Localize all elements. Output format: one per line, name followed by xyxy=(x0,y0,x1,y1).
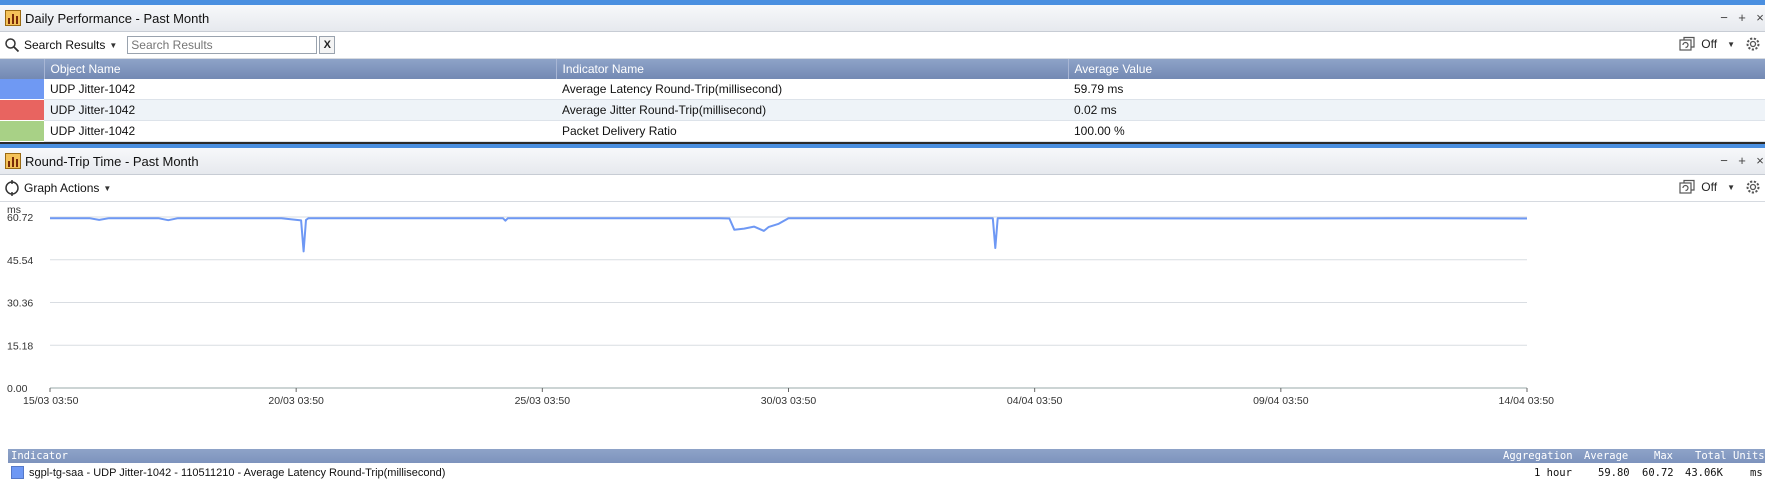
x-tick-label: 20/03 03:50 xyxy=(268,395,324,407)
refresh-icon[interactable] xyxy=(1679,179,1695,195)
legend-header: Indicator Aggregation Average Max Total … xyxy=(8,449,1765,463)
column-header[interactable]: Object Name xyxy=(44,59,557,79)
legend-total: 43.06K xyxy=(1685,467,1723,479)
panel-window-controls: − + × xyxy=(1719,153,1765,168)
search-box xyxy=(127,36,318,54)
average-value-cell: 100.00 % xyxy=(1068,120,1765,142)
series-color-swatch xyxy=(0,79,44,100)
chevron-down-icon[interactable]: ▼ xyxy=(1727,40,1735,49)
legend-col-total[interactable]: Total xyxy=(1695,450,1727,462)
x-tick-label: 30/03 03:50 xyxy=(761,395,817,407)
legend-col-indicator[interactable]: Indicator xyxy=(11,450,68,462)
legend-indicator-text: sgpl-tg-saa - UDP Jitter-1042 - 11051121… xyxy=(29,467,446,479)
graph-actions-dropdown[interactable]: Graph Actions xyxy=(24,181,99,195)
add-button[interactable]: + xyxy=(1737,153,1747,168)
x-tick-label: 25/03 03:50 xyxy=(515,395,571,407)
table-row[interactable]: UDP Jitter-1042 Average Latency Round-Tr… xyxy=(0,79,1765,100)
add-button[interactable]: + xyxy=(1737,10,1747,25)
minimize-button[interactable]: − xyxy=(1719,153,1729,168)
legend-color-swatch xyxy=(11,466,24,479)
table-header-row: Object Name Indicator Name Average Value xyxy=(0,59,1765,79)
legend-average: 59.80 xyxy=(1598,467,1630,479)
panel-title: Round-Trip Time - Past Month xyxy=(25,153,199,169)
column-header[interactable]: Average Value xyxy=(1068,59,1765,79)
graph-toolbar: Graph Actions ▼ Off ▼ xyxy=(0,175,1765,202)
object-name-cell: UDP Jitter-1042 xyxy=(44,99,556,121)
refresh-icon[interactable] xyxy=(1679,36,1695,52)
gear-icon[interactable] xyxy=(1745,179,1761,195)
clear-search-button[interactable]: X xyxy=(319,36,336,54)
legend-row[interactable]: sgpl-tg-saa - UDP Jitter-1042 - 11051121… xyxy=(8,464,1765,482)
object-name-cell: UDP Jitter-1042 xyxy=(44,120,556,142)
y-tick-label: 45.54 xyxy=(7,255,33,267)
minimize-button[interactable]: − xyxy=(1719,10,1729,25)
panel-window-controls: − + × xyxy=(1719,10,1765,25)
legend-col-aggregation[interactable]: Aggregation xyxy=(1503,450,1573,462)
chevron-down-icon[interactable]: ▼ xyxy=(1727,183,1735,192)
panel-header-daily-performance: Daily Performance - Past Month − + × xyxy=(0,5,1765,32)
indicator-name-cell: Average Latency Round-Trip(millisecond) xyxy=(556,79,1068,100)
close-button[interactable]: × xyxy=(1755,153,1765,168)
panel-title: Daily Performance - Past Month xyxy=(25,10,210,26)
graph-actions-icon[interactable] xyxy=(4,180,20,196)
series-color-swatch xyxy=(0,120,44,142)
round-trip-chart-svg[interactable]: 0.0015.1830.3645.5460.72ms15/03 03:50 20/… xyxy=(0,202,1765,417)
latency-series-line[interactable] xyxy=(50,217,1528,253)
y-axis-label: ms xyxy=(7,204,21,216)
y-tick-label: 15.18 xyxy=(7,340,33,352)
table-row[interactable]: UDP Jitter-1042 Average Jitter Round-Tri… xyxy=(0,99,1765,121)
x-tick-label: 14/04 03:50 xyxy=(1499,395,1555,407)
panel-header-round-trip-time: Round-Trip Time - Past Month − + × xyxy=(0,148,1765,175)
y-tick-label: 30.36 xyxy=(7,298,33,310)
x-tick-label: 09/04 03:50 xyxy=(1253,395,1309,407)
legend-col-average[interactable]: Average xyxy=(1584,450,1628,462)
indicator-name-cell: Average Jitter Round-Trip(millisecond) xyxy=(556,99,1068,121)
chevron-down-icon[interactable]: ▼ xyxy=(109,41,117,50)
average-value-cell: 59.79 ms xyxy=(1068,79,1765,100)
search-icon xyxy=(5,38,20,53)
search-input[interactable] xyxy=(128,38,317,52)
chart-app-icon xyxy=(5,153,21,169)
average-value-cell: 0.02 ms xyxy=(1068,99,1765,121)
table-row[interactable]: UDP Jitter-1042 Packet Delivery Ratio 10… xyxy=(0,120,1765,142)
toolbar-right: Off ▼ xyxy=(1679,36,1761,52)
x-tick-label: 04/04 03:50 xyxy=(1007,395,1063,407)
round-trip-chart: 0.00 15.18 30.36 45.54 60.72 ms 15/03 03:50 20/… xyxy=(0,202,1765,417)
legend-col-max[interactable]: Max xyxy=(1654,450,1673,462)
color-column-header[interactable] xyxy=(0,59,45,79)
x-tick-label: 15/03 03:50 xyxy=(23,395,79,407)
series-color-swatch xyxy=(0,99,44,121)
performance-table: Object Name Indicator Name Average Value… xyxy=(0,59,1765,142)
refresh-state-dropdown[interactable]: Off xyxy=(1701,37,1717,51)
y-tick-label: 0.00 xyxy=(7,383,28,395)
chart-app-icon xyxy=(5,10,21,26)
search-toolbar: Search Results ▼ X Off ▼ xyxy=(0,32,1765,59)
close-button[interactable]: × xyxy=(1755,10,1765,25)
chevron-down-icon[interactable]: ▼ xyxy=(103,184,111,193)
column-header[interactable]: Indicator Name xyxy=(556,59,1069,79)
legend-max: 60.72 xyxy=(1642,467,1674,479)
object-name-cell: UDP Jitter-1042 xyxy=(44,79,556,100)
gear-icon[interactable] xyxy=(1745,36,1761,52)
refresh-state-dropdown[interactable]: Off xyxy=(1701,180,1717,194)
toolbar-right: Off ▼ xyxy=(1679,179,1761,195)
search-results-dropdown[interactable]: Search Results xyxy=(24,38,105,52)
legend-aggregation: 1 hour xyxy=(1534,467,1572,479)
legend-col-units[interactable]: Units xyxy=(1733,450,1765,462)
legend-units: ms xyxy=(1750,467,1763,479)
indicator-name-cell: Packet Delivery Ratio xyxy=(556,120,1068,142)
